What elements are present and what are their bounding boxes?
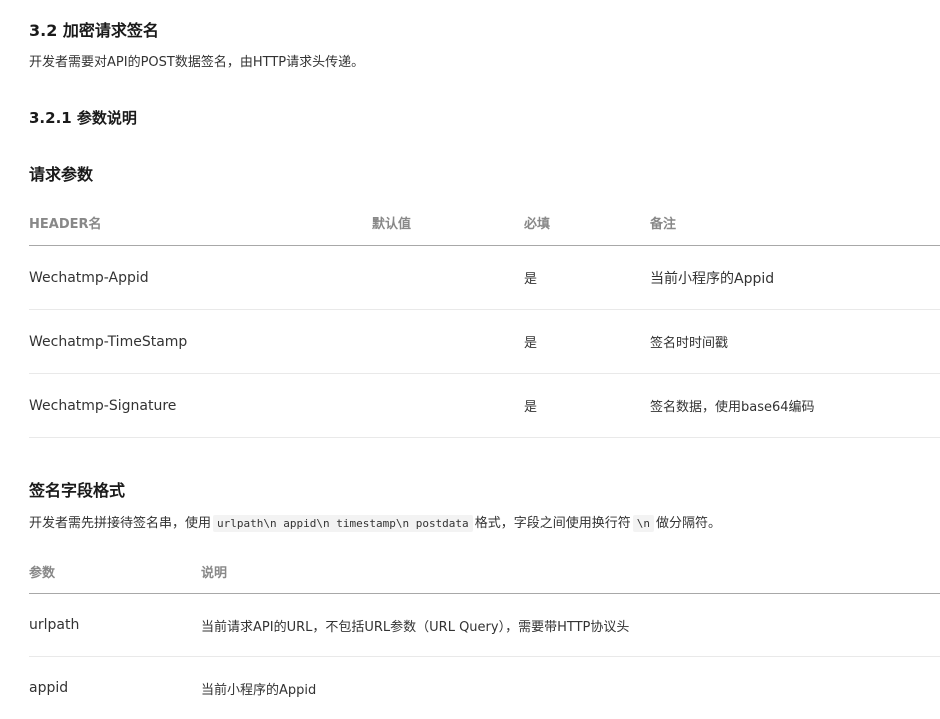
sign-desc-suffix: 做分隔符。 (656, 516, 721, 531)
request-params-title: 请求参数 (29, 164, 93, 186)
field-desc: 当前请求API的URL，不包括URL参数（URL Query），需要带HTTP协… (201, 594, 940, 657)
table-header-row: HEADER名 默认值 必填 备注 (29, 200, 940, 246)
header-default-column: 默认值 (372, 200, 524, 246)
header-desc-column: 说明 (201, 549, 940, 594)
param-note: 当前小程序的Appid (650, 246, 940, 310)
subsection-title: 3.2.1 参数说明 (29, 107, 137, 129)
param-required: 是 (524, 310, 650, 374)
table-row: Wechatmp-TimeStamp 是 签名时时间戳 (29, 310, 940, 374)
header-name-column: HEADER名 (29, 200, 372, 246)
header-required-column: 必填 (524, 200, 650, 246)
newline-code: \n (633, 515, 654, 532)
sign-desc-middle: 格式，字段之间使用换行符 (475, 516, 631, 531)
section-description: 开发者需要对API的POST数据签名，由HTTP请求头传递。 (29, 53, 364, 73)
request-params-table: HEADER名 默认值 必填 备注 Wechatmp-Appid 是 当前小程序… (29, 200, 940, 438)
param-note: 签名数据，使用base64编码 (650, 374, 940, 438)
param-default (372, 310, 524, 374)
field-param: urlpath (29, 594, 201, 657)
sign-format-description: 开发者需先拼接待签名串，使用urlpath\n appid\n timestam… (29, 513, 721, 535)
section-title: 3.2 加密请求签名 (29, 20, 159, 42)
param-required: 是 (524, 246, 650, 310)
sign-format-table: 参数 说明 urlpath 当前请求API的URL，不包括URL参数（URL Q… (29, 549, 940, 719)
sign-format-title: 签名字段格式 (29, 480, 125, 502)
param-note: 签名时时间戳 (650, 310, 940, 374)
param-required: 是 (524, 374, 650, 438)
table-row: urlpath 当前请求API的URL，不包括URL参数（URL Query），… (29, 594, 940, 657)
table-row: appid 当前小程序的Appid (29, 657, 940, 719)
field-param: appid (29, 657, 201, 719)
field-desc: 当前小程序的Appid (201, 657, 940, 719)
header-note-column: 备注 (650, 200, 940, 246)
param-name: Wechatmp-Signature (29, 374, 372, 438)
sign-desc-prefix: 开发者需先拼接待签名串，使用 (29, 516, 211, 531)
header-param-column: 参数 (29, 549, 201, 594)
table-row: Wechatmp-Appid 是 当前小程序的Appid (29, 246, 940, 310)
param-name: Wechatmp-TimeStamp (29, 310, 372, 374)
format-code: urlpath\n appid\n timestamp\n postdata (213, 515, 473, 532)
table-row: Wechatmp-Signature 是 签名数据，使用base64编码 (29, 374, 940, 438)
param-default (372, 374, 524, 438)
table-header-row: 参数 说明 (29, 549, 940, 594)
param-name: Wechatmp-Appid (29, 246, 372, 310)
param-default (372, 246, 524, 310)
